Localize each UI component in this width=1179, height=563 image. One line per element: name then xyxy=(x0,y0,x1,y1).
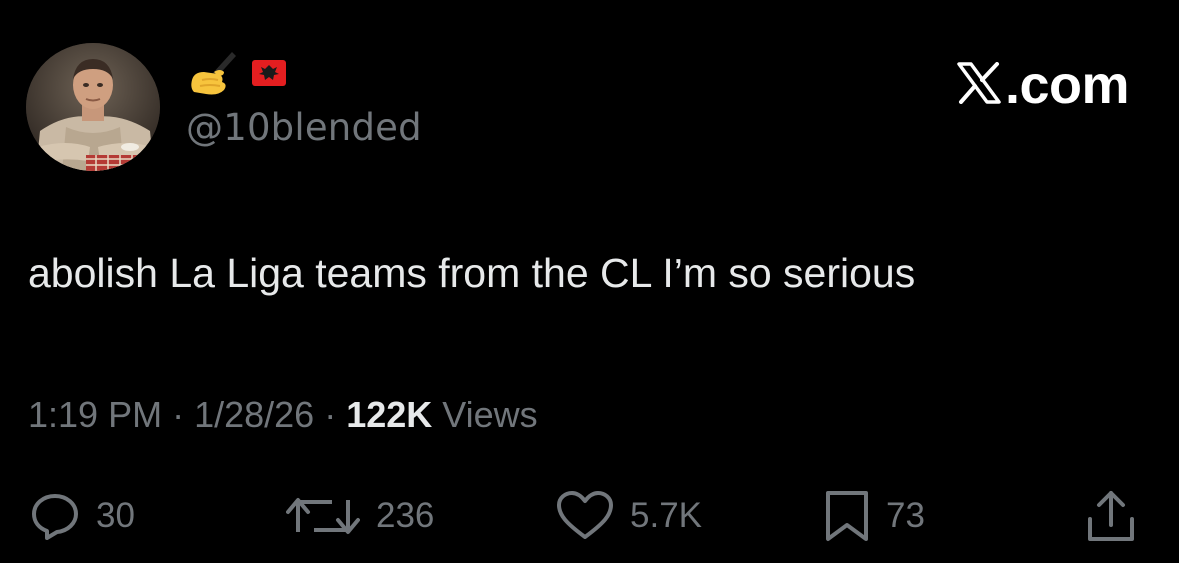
watermark-text: .com xyxy=(1004,55,1130,115)
meta-separator: · xyxy=(162,394,195,435)
repost-icon xyxy=(286,492,360,540)
bookmark-count: 73 xyxy=(886,496,925,535)
bookmark-icon xyxy=(824,489,870,543)
heart-icon xyxy=(556,491,614,541)
repost-count: 236 xyxy=(376,496,435,535)
albania-flag-emoji xyxy=(252,59,286,91)
tweet-text: abolish La Liga teams from the CL I’m so… xyxy=(28,250,916,296)
x-watermark: .com xyxy=(957,55,1130,115)
x-logo-icon xyxy=(957,61,1001,109)
reply-count: 30 xyxy=(96,496,135,535)
bookmark-button[interactable]: 73 xyxy=(824,490,925,542)
user-handle[interactable]: @10blended xyxy=(186,106,422,149)
share-icon xyxy=(1086,489,1136,543)
views-count: 122K xyxy=(346,394,433,435)
reply-icon xyxy=(30,492,80,540)
reply-button[interactable]: 30 xyxy=(30,490,135,542)
tweet-time[interactable]: 1:19 PM xyxy=(28,394,162,435)
tweet-date[interactable]: 1/28/26 xyxy=(194,394,314,435)
views-label: Views xyxy=(432,394,538,435)
profile-photo xyxy=(26,43,160,171)
like-count: 5.7K xyxy=(630,496,702,535)
tweet-meta: 1:19 PM · 1/28/26 · 122K Views xyxy=(28,394,538,436)
share-button[interactable] xyxy=(1086,490,1136,542)
repost-button[interactable]: 236 xyxy=(286,490,434,542)
meta-separator: · xyxy=(314,394,347,435)
avatar[interactable] xyxy=(26,43,160,171)
display-name[interactable] xyxy=(188,50,286,101)
writing-hand-emoji xyxy=(188,50,238,101)
like-button[interactable]: 5.7K xyxy=(556,490,702,542)
